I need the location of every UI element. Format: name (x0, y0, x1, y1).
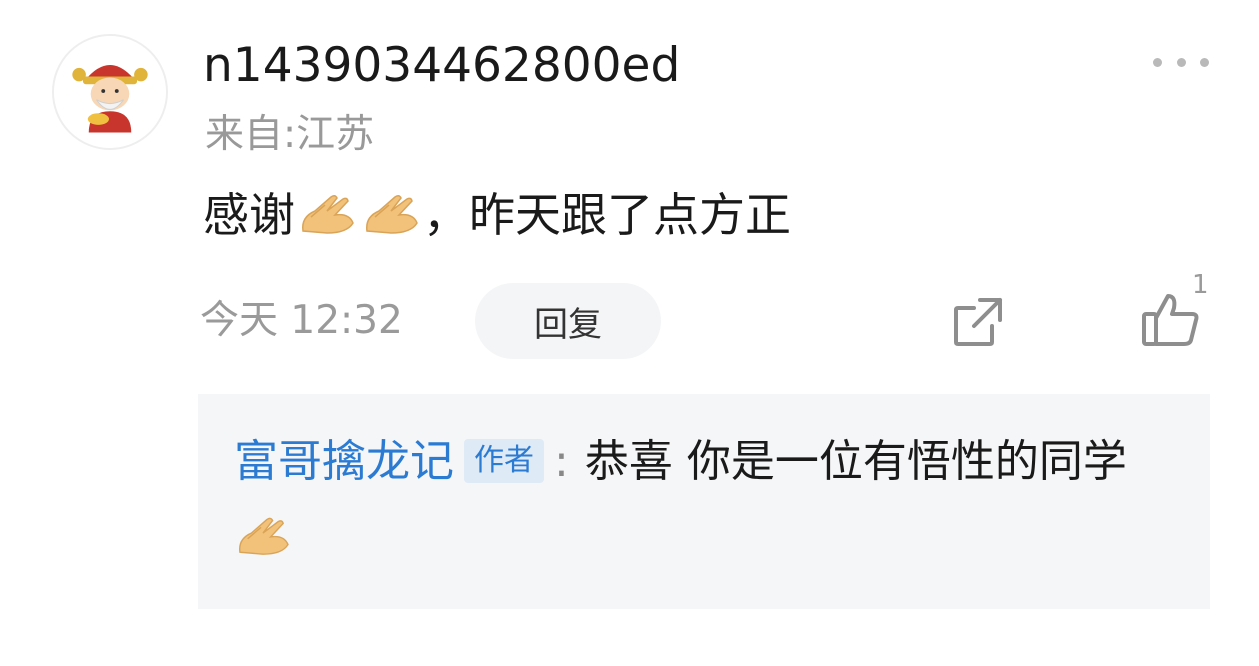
comment-text: 感谢 ，昨天跟了点方正 (203, 183, 791, 247)
author-badge: 作者 (464, 439, 544, 483)
comment-text-part1: 感谢 (203, 188, 295, 242)
sub-reply-colon: : (554, 436, 569, 487)
more-dots-icon[interactable] (1153, 50, 1209, 74)
sub-reply-text: 恭喜 你是一位有悟性的同学 (584, 436, 1127, 487)
sub-reply[interactable]: 富哥擒龙记 作者: 恭喜 你是一位有悟性的同学 (198, 394, 1210, 609)
share-icon[interactable] (950, 294, 1006, 350)
comment-text-part2: ，昨天跟了点方正 (423, 188, 791, 242)
folded-hands-emoji (297, 187, 357, 237)
folded-hands-emoji (234, 510, 292, 558)
like-count: 1 (1192, 270, 1209, 300)
sub-reply-author[interactable]: 富哥擒龙记 (234, 436, 454, 487)
location-label: 来自:江苏 (205, 112, 375, 157)
reply-button[interactable]: 回复 (475, 283, 661, 359)
avatar[interactable] (52, 34, 168, 150)
username[interactable]: n1439034462800ed (203, 36, 680, 96)
timestamp: 今天 12:32 (200, 298, 403, 343)
folded-hands-emoji (361, 187, 421, 237)
